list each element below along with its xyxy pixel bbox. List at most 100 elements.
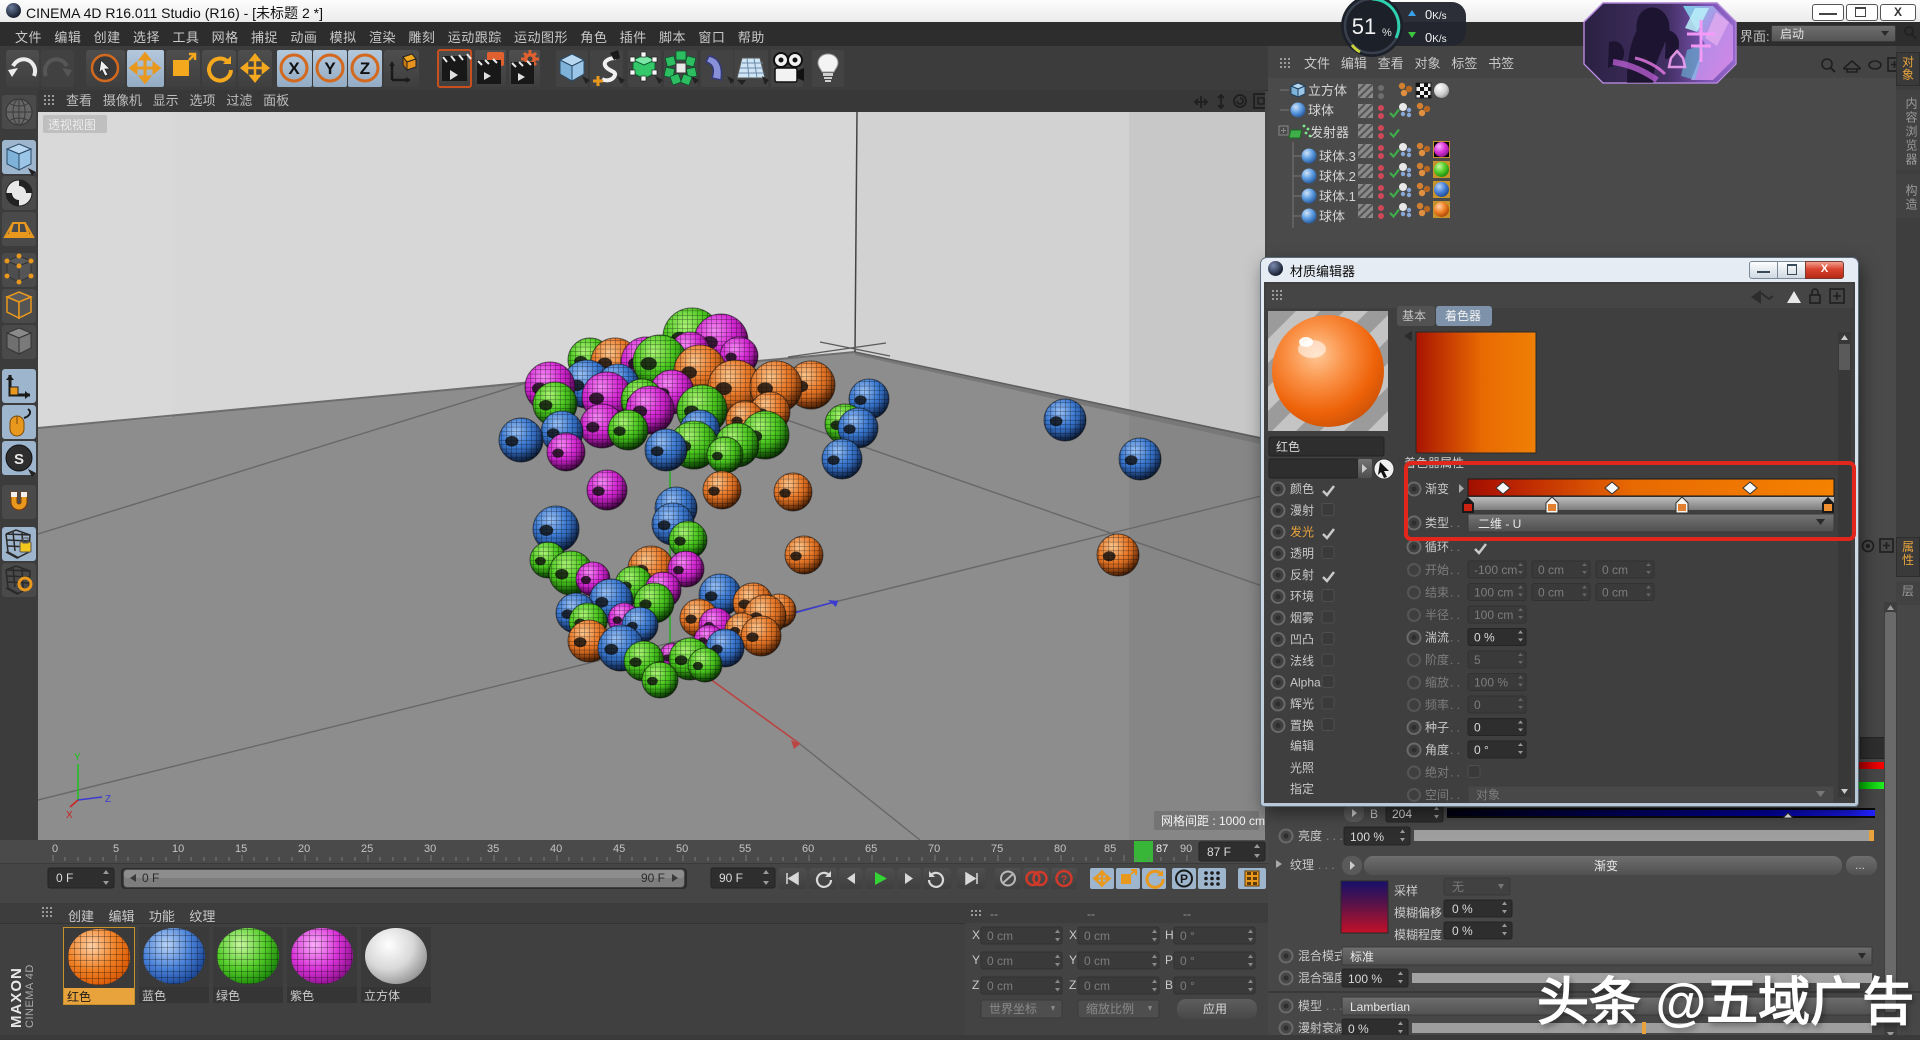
svg-text:5: 5 [113, 843, 119, 855]
svg-text:基本: 基本 [1402, 309, 1426, 323]
svg-text:0 °: 0 ° [1474, 743, 1489, 757]
svg-text:查看 摄像机 显示 选项 过滤 面板: 查看 摄像机 显示 选项 过滤 面板 [66, 93, 289, 108]
svg-text:发光: 发光 [1290, 524, 1314, 539]
svg-text:5: 5 [1474, 653, 1481, 667]
svg-text:辉光: 辉光 [1290, 697, 1314, 711]
svg-text:颜色: 颜色 [1290, 481, 1314, 496]
svg-text:指定: 指定 [1290, 781, 1314, 796]
svg-text:90 F: 90 F [719, 871, 743, 885]
svg-text:--: -- [1087, 907, 1095, 921]
svg-text:编辑: 编辑 [1290, 738, 1314, 753]
svg-text:. .: . . [1450, 563, 1460, 577]
svg-text:Z: Z [1069, 978, 1076, 992]
svg-text:采样: 采样 [1394, 883, 1418, 898]
svg-text:100 %: 100 % [1350, 830, 1384, 844]
svg-text:0 cm: 0 cm [1538, 586, 1564, 600]
svg-text:置换: 置换 [1290, 719, 1314, 733]
svg-text:Z: Z [972, 978, 979, 992]
svg-text:Lambertian: Lambertian [1350, 1000, 1410, 1014]
svg-text:35: 35 [487, 843, 499, 855]
svg-text:100 cm: 100 cm [1474, 608, 1513, 622]
svg-text:. .: . . [1450, 698, 1460, 712]
svg-text:90: 90 [1180, 843, 1192, 855]
svg-text:透视视图: 透视视图 [48, 117, 96, 132]
svg-text:0: 0 [1474, 721, 1481, 735]
svg-text:混合强度: 混合强度 [1298, 970, 1346, 985]
svg-text:0 F: 0 F [142, 871, 159, 885]
svg-text:X: X [288, 59, 300, 78]
svg-text:X: X [1069, 928, 1077, 942]
svg-text:0 cm: 0 cm [1084, 929, 1110, 943]
svg-text:空间: 空间 [1425, 788, 1449, 802]
svg-text:球体: 球体 [1308, 103, 1334, 118]
svg-text:P: P [1180, 872, 1188, 886]
svg-text:0 °: 0 ° [1180, 979, 1195, 993]
svg-text:0 cm: 0 cm [987, 979, 1013, 993]
svg-text:55: 55 [739, 843, 751, 855]
svg-text:65: 65 [865, 843, 877, 855]
svg-text:标准: 标准 [1350, 950, 1374, 964]
svg-text:X: X [66, 810, 73, 821]
svg-text:缩放比例: 缩放比例 [1086, 1001, 1134, 1016]
svg-text:Alpha: Alpha [1290, 676, 1321, 690]
svg-text:100 cm: 100 cm [1474, 586, 1513, 600]
svg-text:?: ? [1061, 874, 1068, 886]
svg-text:15: 15 [235, 843, 247, 855]
svg-text:20: 20 [298, 843, 310, 855]
svg-text:Y: Y [1069, 953, 1077, 967]
svg-text:. .: . . [1450, 721, 1460, 735]
svg-text:60: 60 [802, 843, 814, 855]
svg-text:Y: Y [972, 953, 980, 967]
svg-text:光照: 光照 [1290, 761, 1314, 775]
svg-text:10: 10 [172, 843, 184, 855]
svg-text:纹理: 纹理 [1290, 858, 1314, 872]
svg-text:85: 85 [1104, 843, 1116, 855]
svg-text:0 °: 0 ° [1180, 929, 1195, 943]
svg-text:模糊偏移: 模糊偏移 [1394, 905, 1442, 920]
svg-text:. .: . . [1450, 540, 1460, 554]
svg-text:角度: 角度 [1425, 742, 1449, 757]
svg-text:X: X [972, 928, 980, 942]
svg-text:网格间距 : 1000 cm: 网格间距 : 1000 cm [1161, 813, 1265, 828]
svg-text:P: P [1165, 953, 1173, 967]
svg-text:漫射: 漫射 [1290, 503, 1314, 518]
svg-text:. .: . . [1450, 586, 1460, 600]
svg-text:0 %: 0 % [1348, 1022, 1369, 1036]
svg-text:0 cm: 0 cm [1084, 979, 1110, 993]
svg-text:0 cm: 0 cm [1538, 563, 1564, 577]
svg-text:立方体: 立方体 [1308, 83, 1347, 98]
svg-text:25: 25 [361, 843, 373, 855]
svg-text:. .: . . [1450, 788, 1460, 802]
svg-text:世界坐标: 世界坐标 [989, 1002, 1037, 1016]
svg-text:开始: 开始 [1425, 563, 1449, 577]
svg-text:发射器: 发射器 [1310, 125, 1349, 140]
svg-text:凹凸: 凹凸 [1290, 633, 1314, 647]
svg-text:B: B [1165, 978, 1173, 992]
svg-text:湍流: 湍流 [1425, 631, 1449, 645]
svg-text:球体.1: 球体.1 [1319, 189, 1356, 204]
svg-text:红色: 红色 [1276, 439, 1300, 454]
svg-text:0 %: 0 % [1452, 902, 1473, 916]
svg-text:--: -- [990, 907, 998, 921]
svg-text:...: ... [1855, 858, 1865, 872]
svg-text:. . .: . . . [1318, 858, 1335, 872]
svg-text:种子: 种子 [1425, 721, 1449, 735]
svg-text:51: 51 [1352, 14, 1376, 39]
svg-text:0 %: 0 % [1452, 924, 1473, 938]
svg-text:90 F: 90 F [641, 871, 665, 885]
svg-text:漫射衰减: 漫射衰减 [1298, 1020, 1346, 1035]
svg-text:阶度: 阶度 [1425, 652, 1449, 667]
svg-text:对象: 对象 [1476, 788, 1500, 802]
svg-text:渐变: 渐变 [1594, 858, 1618, 873]
svg-text:S: S [14, 451, 24, 468]
svg-text:频率: 频率 [1425, 697, 1449, 712]
svg-text:球体.2: 球体.2 [1319, 169, 1356, 184]
svg-text:87: 87 [1156, 843, 1168, 855]
svg-text:Y: Y [74, 752, 81, 763]
svg-text:缩放: 缩放 [1425, 675, 1449, 690]
svg-text:模型: 模型 [1298, 999, 1322, 1013]
svg-text:0 cm: 0 cm [987, 929, 1013, 943]
svg-text:75: 75 [991, 843, 1003, 855]
svg-text:--: -- [1183, 907, 1191, 921]
svg-text:循环: 循环 [1425, 540, 1449, 554]
